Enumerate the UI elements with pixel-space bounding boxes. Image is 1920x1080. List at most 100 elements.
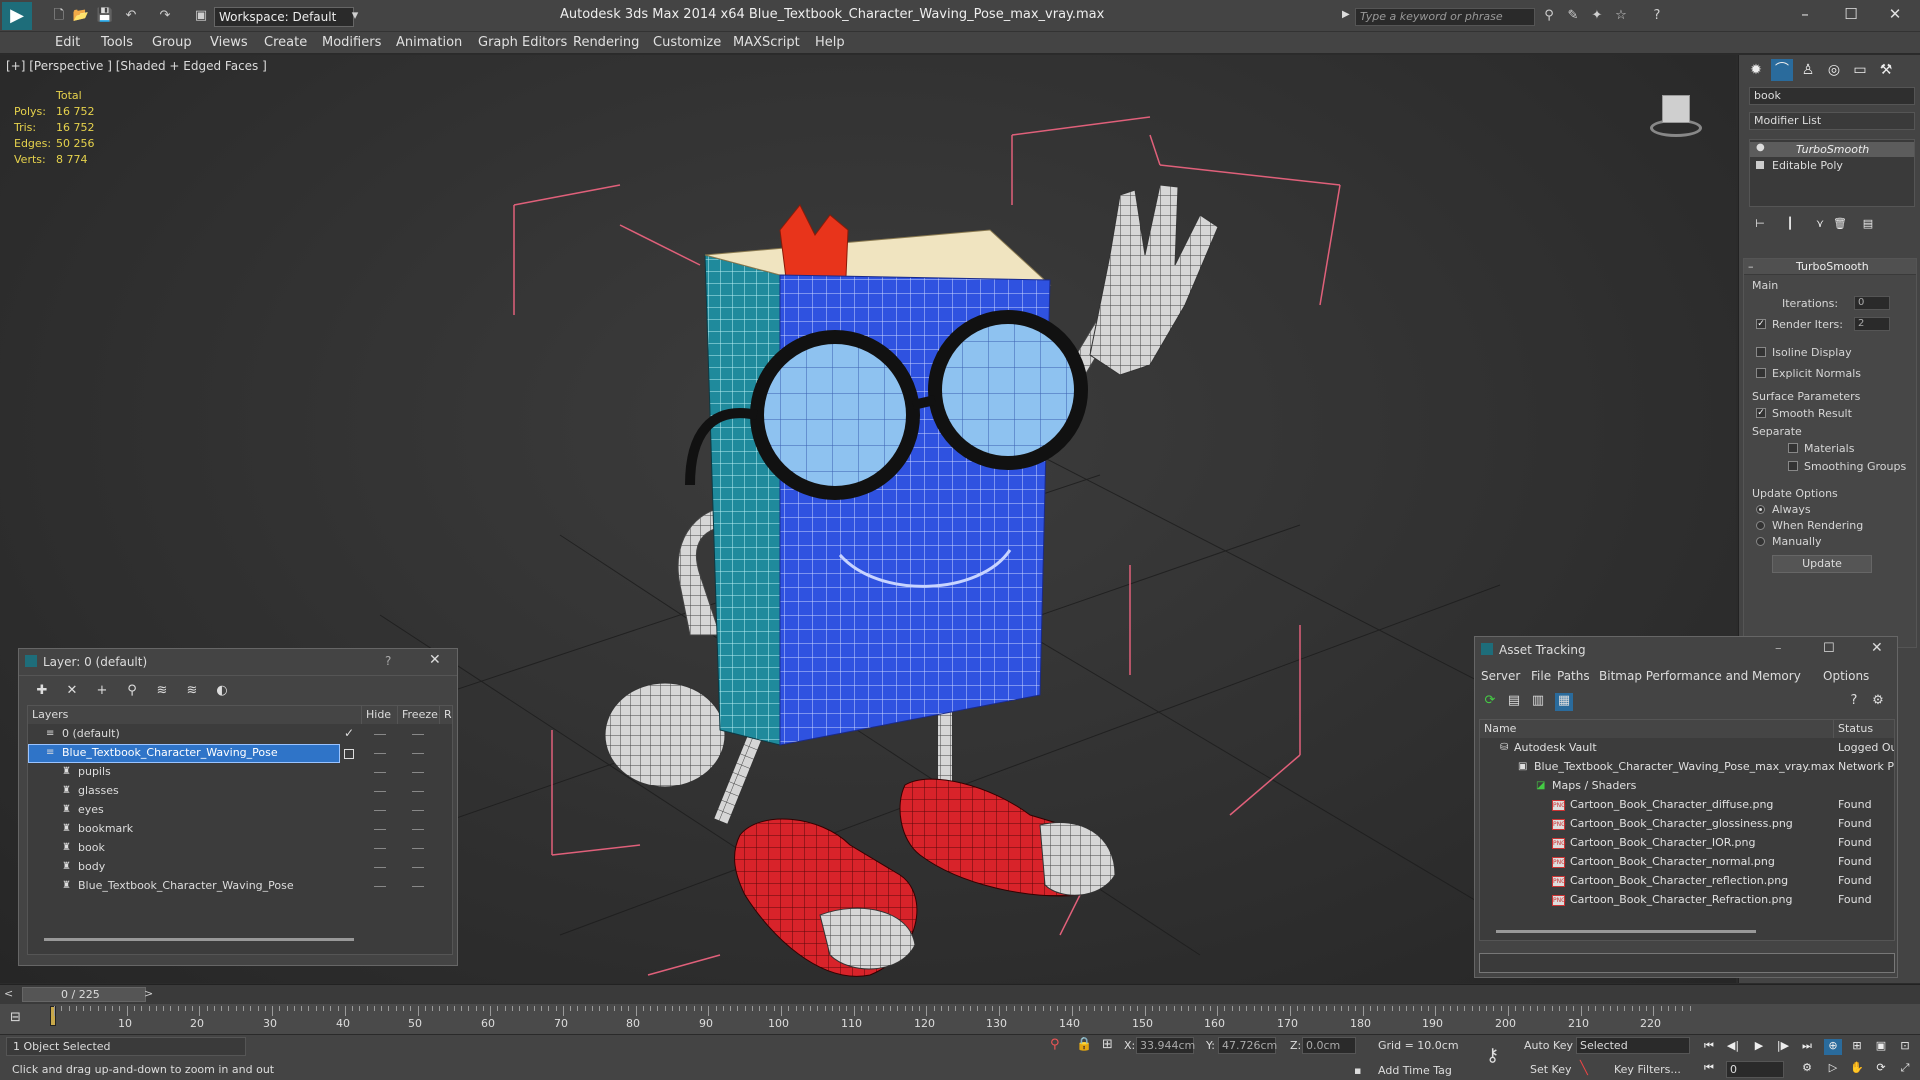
- object-row[interactable]: ♜ glasses: [28, 782, 452, 801]
- layer-row-default[interactable]: ≡ 0 (default) ✓: [28, 725, 452, 744]
- object-row[interactable]: ♜ book: [28, 839, 452, 858]
- hierarchy-tab-icon[interactable]: ♙: [1797, 59, 1819, 81]
- object-row[interactable]: ♜ eyes: [28, 801, 452, 820]
- menu-create[interactable]: Create: [264, 35, 307, 50]
- next-frame-icon[interactable]: >: [144, 987, 153, 1000]
- key-mode-icon[interactable]: ⏮: [1700, 1061, 1718, 1077]
- redo-icon[interactable]: ↷: [156, 7, 174, 25]
- smooth-result-checkbox[interactable]: ✓: [1756, 408, 1766, 418]
- time-tag-icon[interactable]: ▪: [1354, 1064, 1361, 1077]
- set-key-button[interactable]: Set Key: [1530, 1063, 1572, 1076]
- time-slider-thumb[interactable]: 0 / 225: [22, 987, 146, 1002]
- binoculars-icon[interactable]: ⚲: [1540, 7, 1558, 25]
- add-time-tag[interactable]: Add Time Tag: [1378, 1064, 1452, 1077]
- col-freeze[interactable]: Freeze: [398, 706, 440, 724]
- close-icon[interactable]: ✕: [429, 652, 441, 668]
- asset-menu-file[interactable]: File: [1531, 669, 1551, 683]
- menu-modifiers[interactable]: Modifiers: [322, 35, 381, 50]
- col-status[interactable]: Status: [1834, 720, 1894, 738]
- play-icon[interactable]: ▶: [1750, 1039, 1768, 1055]
- menu-help[interactable]: Help: [815, 35, 845, 50]
- previous-frame-icon[interactable]: ◀|: [1724, 1039, 1742, 1055]
- iterations-spinner[interactable]: 0: [1854, 296, 1890, 310]
- object-row[interactable]: ♜ bookmark: [28, 820, 452, 839]
- viewcube-icon[interactable]: [1640, 85, 1710, 145]
- close-icon[interactable]: ✕: [1871, 640, 1883, 656]
- col-layers[interactable]: Layers: [28, 706, 362, 724]
- go-to-end-icon[interactable]: ⏭: [1798, 1039, 1816, 1055]
- menu-group[interactable]: Group: [152, 35, 192, 50]
- remove-modifier-icon[interactable]: 🗑: [1829, 213, 1851, 235]
- col-hide[interactable]: Hide: [362, 706, 398, 724]
- create-layer-icon[interactable]: ✚: [33, 683, 51, 701]
- isoline-checkbox[interactable]: [1756, 347, 1766, 357]
- horizontal-scrollbar[interactable]: [1496, 930, 1756, 933]
- materials-checkbox[interactable]: [1788, 443, 1798, 453]
- app-logo-icon[interactable]: ▶: [2, 2, 32, 30]
- y-coordinate-field[interactable]: 47.726cm: [1218, 1037, 1277, 1054]
- menu-animation[interactable]: Animation: [396, 35, 462, 50]
- smoothing-groups-checkbox[interactable]: [1788, 461, 1798, 471]
- workspace-dropdown[interactable]: Workspace: Default: [214, 7, 354, 27]
- vault-icon[interactable]: ⚙: [1869, 693, 1887, 711]
- close-button[interactable]: ✕: [1880, 5, 1910, 25]
- stack-item-turbosmooth[interactable]: ● TurboSmooth: [1750, 142, 1914, 157]
- asset-row[interactable]: PNG Cartoon_Book_Character_glossiness.pn…: [1480, 815, 1894, 834]
- delete-layer-icon[interactable]: ✕: [63, 683, 81, 701]
- maximize-button[interactable]: ☐: [1823, 641, 1835, 656]
- isolate-selection-icon[interactable]: ⚲: [1050, 1037, 1060, 1052]
- asset-row[interactable]: PNG Cartoon_Book_Character_reflection.pn…: [1480, 872, 1894, 891]
- zoom-icon[interactable]: ⊕: [1824, 1039, 1842, 1055]
- update-button[interactable]: Update: [1772, 555, 1872, 573]
- layer-row-character[interactable]: ≡ Blue_Textbook_Character_Waving_Pose: [28, 744, 452, 763]
- always-radio[interactable]: [1756, 505, 1765, 514]
- key-icon[interactable]: ⚷: [1486, 1045, 1499, 1066]
- bulb-icon[interactable]: ●: [1756, 142, 1765, 153]
- save-file-icon[interactable]: 💾: [96, 7, 114, 25]
- menu-maxscript[interactable]: MAXScript: [733, 35, 800, 50]
- utilities-tab-icon[interactable]: ⚒: [1875, 59, 1897, 81]
- pin-stack-icon[interactable]: ⊢: [1749, 213, 1771, 235]
- rollout-header[interactable]: – TurboSmooth: [1744, 259, 1916, 275]
- minimize-button[interactable]: –: [1790, 5, 1820, 25]
- key-mode-dropdown[interactable]: Selected: [1576, 1037, 1690, 1054]
- chevron-down-icon[interactable]: ▾: [346, 7, 364, 25]
- asset-row[interactable]: ▣ Blue_Textbook_Character_Waving_Pose_ma…: [1480, 758, 1894, 777]
- open-file-icon[interactable]: 📂: [72, 7, 90, 25]
- select-layer-icon[interactable]: ≋: [153, 683, 171, 701]
- asset-row[interactable]: PNG Cartoon_Book_Character_diffuse.png F…: [1480, 796, 1894, 815]
- object-name-field[interactable]: book: [1749, 87, 1915, 105]
- display-tab-icon[interactable]: ▭: [1849, 59, 1871, 81]
- communication-icon[interactable]: ✦: [1588, 7, 1606, 25]
- horizontal-scrollbar[interactable]: [44, 938, 354, 941]
- render-iters-spinner[interactable]: 2: [1854, 317, 1890, 331]
- subscription-icon[interactable]: ✎: [1564, 7, 1582, 25]
- object-row[interactable]: ♜ pupils: [28, 763, 452, 782]
- maximize-viewport-icon[interactable]: ⤢: [1896, 1061, 1914, 1077]
- undo-icon[interactable]: ↶: [122, 7, 140, 25]
- zoom-extents-icon[interactable]: ▣: [1872, 1039, 1890, 1055]
- zoom-extents-all-icon[interactable]: ⊡: [1896, 1039, 1914, 1055]
- menu-views[interactable]: Views: [210, 35, 248, 50]
- create-tab-icon[interactable]: ✹: [1745, 59, 1767, 81]
- explicit-normals-checkbox[interactable]: [1756, 368, 1766, 378]
- help-icon[interactable]: ?: [1845, 693, 1863, 711]
- hide-layers-icon[interactable]: ◐: [213, 683, 231, 701]
- manually-radio[interactable]: [1756, 537, 1765, 546]
- new-file-icon[interactable]: 🗋: [50, 7, 68, 25]
- asset-row[interactable]: PNG Cartoon_Book_Character_Refraction.pn…: [1480, 891, 1894, 910]
- when-rendering-radio[interactable]: [1756, 521, 1765, 530]
- menu-rendering[interactable]: Rendering: [573, 35, 639, 50]
- maximize-button[interactable]: ☐: [1836, 5, 1866, 25]
- modify-tab-icon[interactable]: ⌒: [1771, 59, 1793, 81]
- menu-tools[interactable]: Tools: [101, 35, 133, 50]
- absolute-mode-icon[interactable]: ⊞: [1102, 1037, 1113, 1052]
- menu-customize[interactable]: Customize: [653, 35, 721, 50]
- pan-view-icon[interactable]: ✋: [1848, 1061, 1866, 1077]
- asset-menu-paths[interactable]: Paths: [1557, 669, 1590, 683]
- set-key-icon[interactable]: ╲: [1580, 1061, 1588, 1076]
- project-folder-icon[interactable]: ▣: [192, 7, 210, 25]
- motion-tab-icon[interactable]: ◎: [1823, 59, 1845, 81]
- make-unique-icon[interactable]: ⋎: [1809, 213, 1831, 235]
- stack-item-editable-poly[interactable]: Editable Poly: [1750, 158, 1914, 173]
